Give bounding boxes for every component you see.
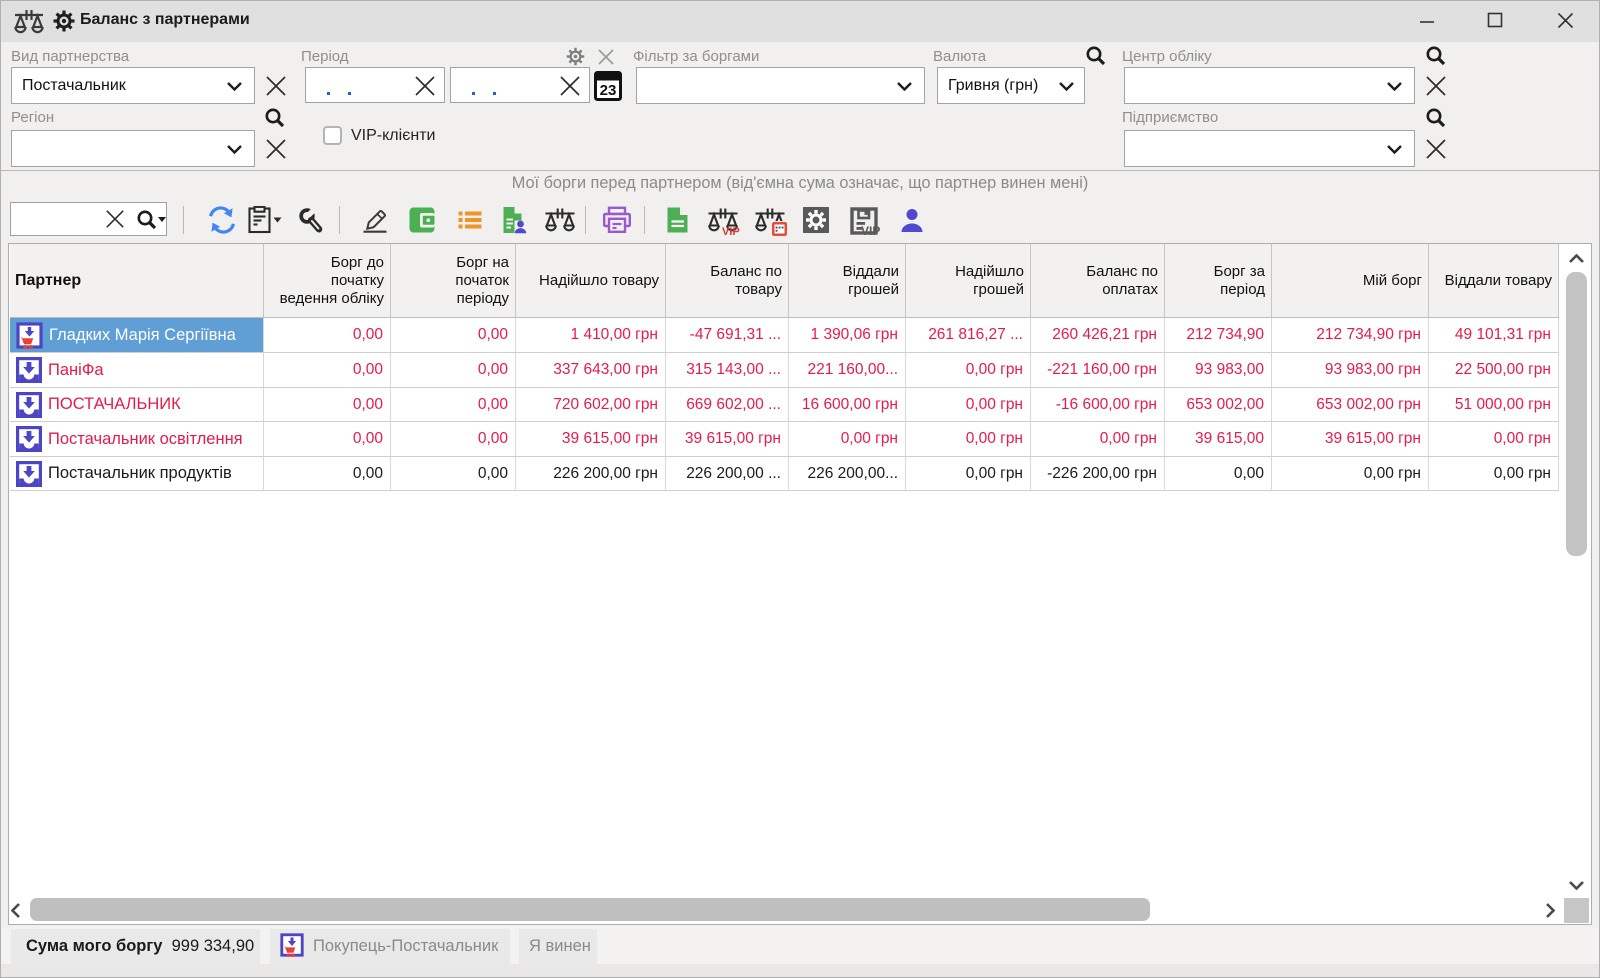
svg-text:VIP: VIP xyxy=(722,226,740,236)
svg-text:23: 23 xyxy=(600,82,617,99)
svg-text:VIP: VIP xyxy=(861,224,880,236)
